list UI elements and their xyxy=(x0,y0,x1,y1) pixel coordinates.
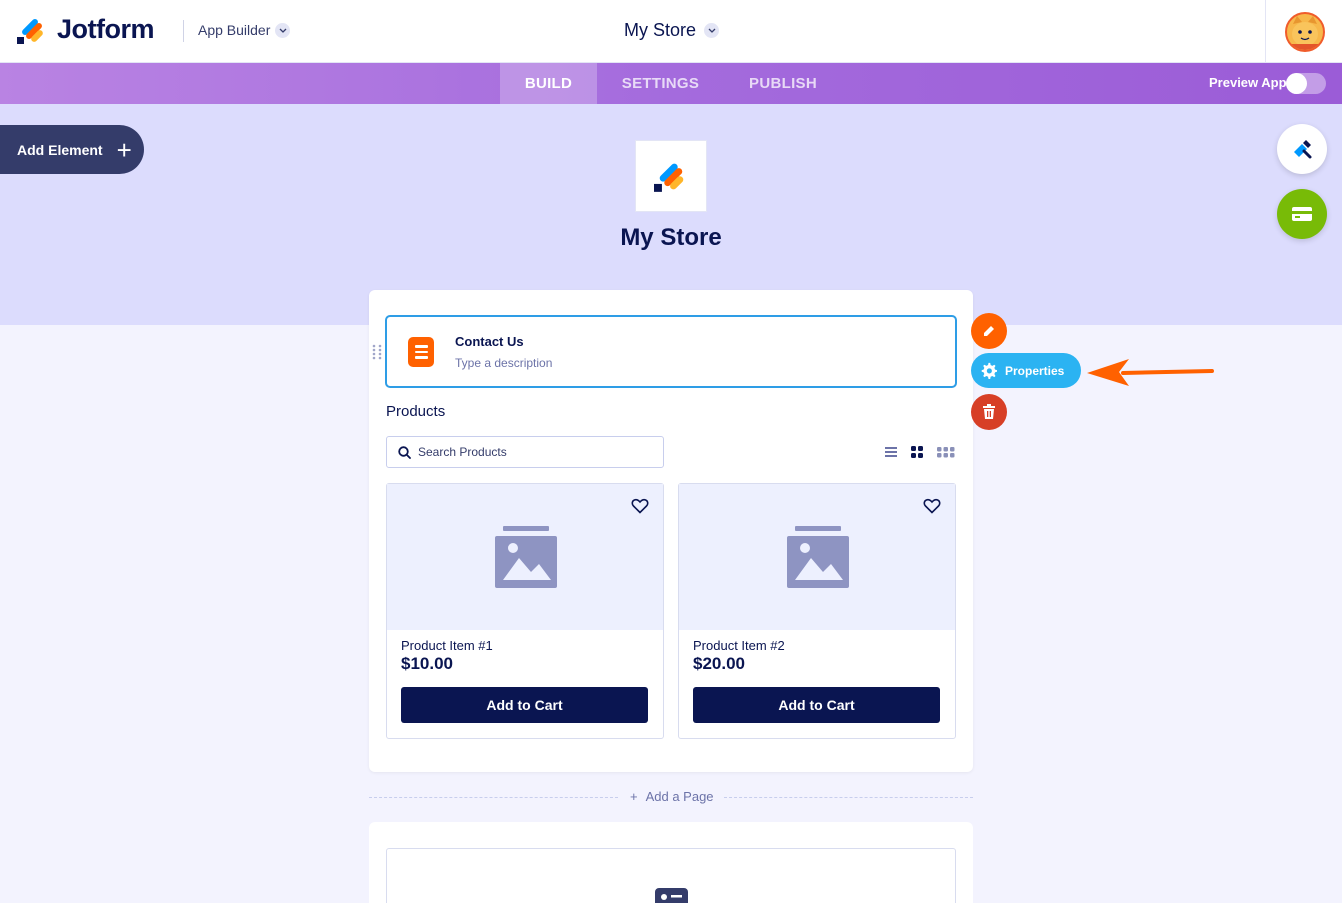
divider xyxy=(724,797,973,798)
jotform-logo[interactable]: Jotform xyxy=(17,14,155,45)
product-card[interactable]: Product Item #2 $20.00 Add to Cart xyxy=(678,483,956,739)
product-name: Product Item #2 xyxy=(693,638,785,653)
store-title-dropdown[interactable]: My Store xyxy=(624,20,720,41)
gear-icon xyxy=(981,362,997,379)
heart-icon[interactable] xyxy=(631,497,649,515)
jotform-logo-icon xyxy=(17,18,43,44)
product-card[interactable]: Product Item #1 $10.00 Add to Cart xyxy=(386,483,664,739)
form-icon xyxy=(655,888,688,903)
add-page-button[interactable]: + Add a Page xyxy=(630,789,714,804)
payment-settings-button[interactable] xyxy=(1277,189,1327,239)
form-icon xyxy=(408,337,434,367)
products-title: Products xyxy=(386,403,446,420)
chevron-down-icon xyxy=(704,23,720,38)
image-placeholder-icon xyxy=(495,526,557,588)
header-divider xyxy=(183,20,184,42)
app-logo-icon xyxy=(654,163,684,192)
brand-name: Jotform xyxy=(57,14,155,44)
grid-view-icon[interactable] xyxy=(909,444,925,460)
builder-nav: BUILD SETTINGS PUBLISH Preview App xyxy=(0,63,1342,104)
delete-button[interactable] xyxy=(971,394,1007,430)
edit-button[interactable] xyxy=(971,313,1007,349)
tab-settings[interactable]: SETTINGS xyxy=(608,63,713,104)
app-designer-button[interactable] xyxy=(1277,124,1327,174)
contact-us-element[interactable] xyxy=(385,315,957,388)
add-element-label: Add Element xyxy=(17,141,103,158)
search-products-field[interactable] xyxy=(386,436,664,468)
add-to-cart-button[interactable]: Add to Cart xyxy=(401,687,648,723)
properties-button[interactable]: Properties xyxy=(971,353,1081,388)
tab-publish[interactable]: PUBLISH xyxy=(738,63,828,104)
product-price: $10.00 xyxy=(401,654,453,673)
product-price: $20.00 xyxy=(693,654,745,673)
heart-icon[interactable] xyxy=(923,497,941,515)
compact-grid-icon[interactable] xyxy=(936,444,956,460)
divider xyxy=(369,797,618,798)
add-to-cart-button[interactable]: Add to Cart xyxy=(693,687,940,723)
trash-icon xyxy=(983,404,995,419)
product-image xyxy=(387,484,663,630)
app-name[interactable]: My Store xyxy=(500,224,842,252)
plus-icon: + xyxy=(116,134,132,165)
account-area xyxy=(1265,0,1342,63)
plus-icon: + xyxy=(630,789,638,804)
top-header: Jotform App Builder My Store xyxy=(0,0,1342,63)
contact-title: Contact Us xyxy=(455,334,524,349)
image-placeholder-icon xyxy=(787,526,849,588)
preview-app-label: Preview App xyxy=(1209,75,1287,90)
app-builder-label: App Builder xyxy=(198,22,271,38)
tab-build[interactable]: BUILD xyxy=(500,63,597,104)
app-builder-dropdown[interactable]: App Builder xyxy=(198,22,291,38)
list-view-icon[interactable] xyxy=(883,444,899,460)
pencil-icon xyxy=(984,326,994,336)
paint-brush-icon xyxy=(1294,140,1312,159)
add-element-button[interactable]: Add Element + xyxy=(0,125,144,174)
contact-description[interactable]: Type a description xyxy=(455,356,552,370)
product-name: Product Item #1 xyxy=(401,638,493,653)
preview-app-toggle[interactable] xyxy=(1286,73,1326,94)
chevron-down-icon xyxy=(275,22,291,38)
toggle-knob xyxy=(1286,73,1307,94)
arrow-icon xyxy=(1087,359,1214,386)
search-icon xyxy=(398,445,411,459)
product-image xyxy=(679,484,955,630)
store-title: My Store xyxy=(624,20,697,40)
app-logo[interactable] xyxy=(635,140,707,212)
avatar[interactable] xyxy=(1285,12,1325,52)
search-products-input[interactable] xyxy=(418,445,648,459)
drag-handle-icon[interactable] xyxy=(372,344,382,360)
properties-label: Properties xyxy=(1005,363,1065,378)
add-page-label: Add a Page xyxy=(645,789,714,804)
card-icon xyxy=(1292,207,1312,221)
